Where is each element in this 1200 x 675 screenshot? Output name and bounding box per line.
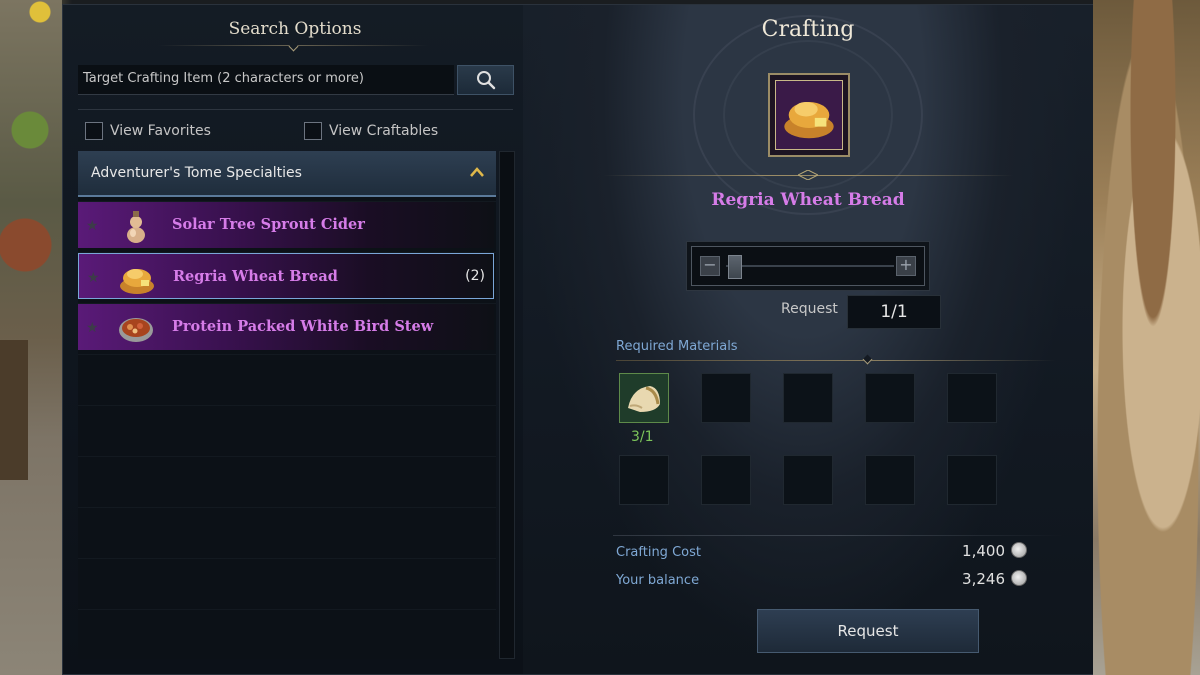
search-input[interactable]: Target Crafting Item (2 characters or mo… [78,65,454,95]
ornament-icon [798,170,818,180]
decrease-quantity-button[interactable]: − [700,256,720,276]
cost-divider [613,535,1063,536]
silver-coin-icon [1011,542,1027,558]
list-item-selected[interactable]: ★ Regria Wheat Bread (2) [78,253,494,299]
material-slot-empty [701,455,751,505]
material-slot-empty [865,455,915,505]
list-item[interactable]: ★ Protein Packed White Bird Stew [78,304,494,350]
view-favorites-filter[interactable]: View Favorites [85,121,211,141]
increase-quantity-button[interactable]: + [896,256,916,276]
search-options-panel: Search Options Target Crafting Item (2 c… [63,5,523,674]
balance-value: 3,246 [962,570,1005,588]
material-slot-empty [619,455,669,505]
material-slot[interactable] [619,373,669,423]
selected-item-name: Regria Wheat Bread [711,190,905,210]
gourd-bottle-icon [127,211,145,243]
slider-track[interactable] [726,265,894,267]
request-quantity-label: Request [781,301,838,317]
category-header[interactable]: Adventurer's Tome Specialties [78,151,496,197]
favorite-star-icon[interactable]: ★ [86,320,99,336]
item-name: Protein Packed White Bird Stew [172,318,434,335]
flour-sack-icon [628,386,660,412]
crafting-title: Crafting [761,17,855,42]
stew-bowl-icon [119,318,153,342]
silver-coin-icon [1011,570,1027,586]
material-slot-empty [701,373,751,423]
material-slot-empty [947,455,997,505]
view-favorites-label: View Favorites [110,123,211,139]
quantity-slider: − + [686,241,930,291]
materials-divider [616,360,1056,361]
crafting-cost-label: Crafting Cost [616,545,701,560]
favorite-star-icon[interactable]: ★ [86,218,99,234]
material-slot-empty [947,373,997,423]
materials-divider-notch [862,354,873,365]
game-world-background-right [1093,0,1200,675]
material-slot-empty [783,373,833,423]
recipe-list-scrollbar[interactable] [499,151,515,659]
material-slot-empty [783,455,833,505]
title-divider-notch [288,41,299,52]
crafting-window: Search Options Target Crafting Item (2 c… [62,4,1093,675]
balance-label: Your balance [616,573,700,588]
category-label: Adventurer's Tome Specialties [91,165,302,181]
selected-item-frame [768,73,850,157]
view-craftables-label: View Craftables [329,123,439,139]
required-materials-title: Required Materials [616,339,738,354]
wheat-bread-icon [784,101,834,139]
request-button[interactable]: Request [757,609,979,653]
wheat-bread-icon [120,269,154,294]
item-name: Regria Wheat Bread [173,268,338,285]
search-options-title: Search Options [228,19,362,39]
slider-thumb[interactable] [728,255,742,279]
game-world-background-left [0,0,62,675]
material-slot-empty [865,373,915,423]
search-button[interactable] [457,65,514,95]
wooden-post [0,340,28,480]
view-craftables-filter[interactable]: View Craftables [304,121,438,141]
recipe-list: Adventurer's Tome Specialties ★ Solar Tr… [78,151,496,659]
item-count: (2) [465,268,485,284]
view-favorites-checkbox[interactable] [85,122,103,140]
material-quantity: 3/1 [631,429,654,445]
favorite-star-icon[interactable]: ★ [87,270,100,286]
item-name: Solar Tree Sprout Cider [172,216,365,233]
filter-divider [78,109,513,110]
view-craftables-checkbox[interactable] [304,122,322,140]
crafting-panel: Crafting Regria Wheat Bread − + Request … [523,5,1093,674]
crafting-cost-value: 1,400 [962,542,1005,560]
list-item[interactable]: ★ Solar Tree Sprout Cider [78,202,494,248]
chevron-up-icon [470,167,484,177]
request-quantity-field[interactable]: 1/1 [847,295,941,329]
search-icon [476,71,495,90]
